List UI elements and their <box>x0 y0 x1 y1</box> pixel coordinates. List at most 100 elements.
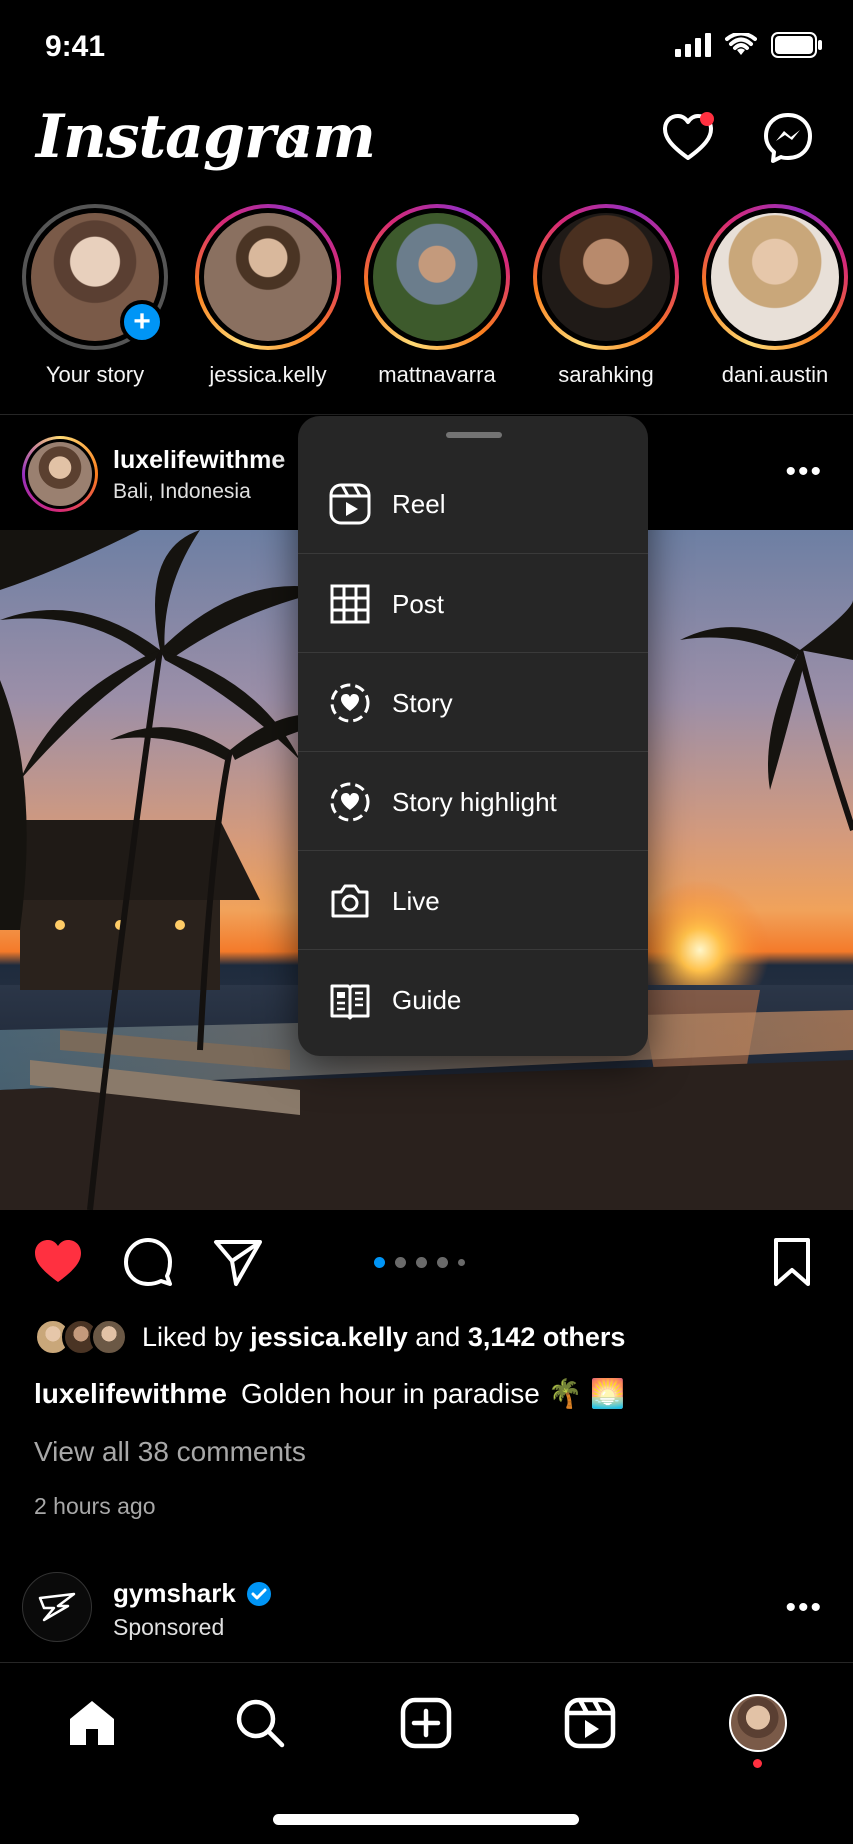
sponsored-username[interactable]: gymshark <box>113 1578 272 1609</box>
carousel-dot <box>458 1259 465 1266</box>
carousel-dot <box>395 1257 406 1268</box>
messenger-icon <box>764 113 812 163</box>
menu-item-reel[interactable]: Reel <box>298 454 648 553</box>
menu-item-label: Live <box>392 886 440 916</box>
avatar <box>373 213 501 341</box>
guide-icon <box>330 984 370 1020</box>
home-indicator[interactable] <box>273 1814 579 1825</box>
carousel-indicator <box>374 1257 465 1268</box>
menu-item-guide[interactable]: Guide <box>298 949 648 1048</box>
nav-create[interactable] <box>396 1693 456 1753</box>
story-name: mattnavarra <box>378 362 496 387</box>
chevron-down-icon[interactable] <box>284 130 310 146</box>
likes-summary[interactable]: Liked by jessica.kelly and 3,142 others <box>34 1316 625 1358</box>
story-highlight-icon <box>330 782 370 822</box>
like-heart-icon[interactable] <box>30 1234 86 1290</box>
menu-item-label: Story <box>392 688 453 718</box>
more-options-icon[interactable]: ••• <box>785 1593 823 1623</box>
nav-search[interactable] <box>230 1693 290 1753</box>
story-dani-austin[interactable]: dani.austin <box>700 204 850 388</box>
avatar <box>711 213 839 341</box>
search-icon <box>236 1699 285 1748</box>
post-username[interactable]: luxelifewithme <box>113 446 285 475</box>
bookmark-icon[interactable] <box>764 1234 820 1290</box>
liked-by-user[interactable]: jessica.kelly <box>250 1322 408 1352</box>
carousel-dot <box>437 1257 448 1268</box>
view-comments-link[interactable]: View all 38 comments <box>34 1436 306 1468</box>
post-avatar[interactable] <box>22 436 98 512</box>
wifi-icon <box>725 33 757 55</box>
signal-icon <box>675 33 711 57</box>
nav-reels[interactable] <box>560 1693 620 1753</box>
nav-profile[interactable] <box>728 1693 788 1753</box>
menu-item-label: Guide <box>392 985 462 1015</box>
story-ring <box>195 204 341 350</box>
gymshark-logo-icon <box>38 1592 76 1622</box>
story-mattnavarra[interactable]: mattnavarra <box>362 204 512 388</box>
avatar <box>204 213 332 341</box>
camera-icon <box>331 884 369 918</box>
home-icon <box>70 1701 114 1745</box>
nav-home[interactable] <box>62 1693 122 1753</box>
story-ring <box>702 204 848 350</box>
story-sarahking[interactable]: sarahking <box>531 204 681 388</box>
post-actions <box>0 1222 853 1296</box>
likes-text: Liked by jessica.kelly and 3,142 others <box>142 1321 626 1352</box>
reel-icon <box>329 483 371 525</box>
likes-count[interactable]: 3,142 others <box>468 1322 626 1352</box>
reels-icon <box>564 1697 616 1749</box>
create-menu-list: Reel Post Story Story highlight Live Gui… <box>298 454 648 1048</box>
caption-username[interactable]: luxelifewithme <box>34 1378 227 1410</box>
menu-item-label: Story highlight <box>392 787 557 817</box>
messenger-button[interactable] <box>760 110 816 166</box>
post-timestamp: 2 hours ago <box>34 1493 156 1519</box>
post-location[interactable]: Bali, Indonesia <box>113 480 251 504</box>
status-time: 9:41 <box>45 30 106 63</box>
add-story-icon[interactable]: + <box>120 300 164 344</box>
menu-item-post[interactable]: Post <box>298 553 648 652</box>
story-icon <box>330 683 370 723</box>
menu-item-live[interactable]: Live <box>298 850 648 949</box>
menu-item-story[interactable]: Story <box>298 652 648 751</box>
comment-icon[interactable] <box>120 1234 176 1290</box>
menu-item-label: Post <box>392 589 445 619</box>
story-ring <box>364 204 510 350</box>
story-your-story[interactable]: + Your story <box>20 204 170 388</box>
profile-notification-dot <box>753 1759 762 1768</box>
caption-text: Golden hour in paradise 🌴 🌅 <box>240 1378 626 1409</box>
avatar <box>542 213 670 341</box>
story-ring <box>533 204 679 350</box>
more-options-icon[interactable]: ••• <box>785 457 823 487</box>
profile-avatar <box>729 1694 787 1752</box>
story-name: jessica.kelly <box>209 362 327 387</box>
story-jessica-kelly[interactable]: jessica.kelly <box>193 204 343 388</box>
status-bar: 9:41 <box>0 0 853 96</box>
menu-item-label: Reel <box>392 489 446 519</box>
post-caption: luxelifewithme Golden hour in paradise 🌴… <box>34 1377 625 1410</box>
create-menu: Reel Post Story Story highlight Live Gui… <box>298 416 648 1056</box>
sponsored-label: Sponsored <box>113 1614 225 1640</box>
sponsored-post-header: gymshark Sponsored ••• <box>0 1568 853 1660</box>
status-icons <box>675 32 823 58</box>
instagram-logo[interactable]: Instagram <box>36 102 376 172</box>
notification-dot <box>700 112 714 126</box>
plus-square-icon <box>400 1697 452 1749</box>
stories-tray: + Your story jessica.kelly mattnavarra s… <box>0 204 853 414</box>
carousel-dot <box>374 1257 385 1268</box>
gymshark-avatar[interactable] <box>22 1572 92 1642</box>
battery-icon <box>771 32 822 58</box>
drag-handle[interactable] <box>446 432 502 438</box>
carousel-dot <box>416 1257 427 1268</box>
story-name: sarahking <box>558 362 654 387</box>
grid-icon <box>330 584 370 624</box>
verified-badge-icon <box>246 1581 271 1606</box>
avatar <box>90 1318 128 1356</box>
liker-avatars <box>34 1318 128 1356</box>
divider <box>0 414 853 415</box>
story-name: dani.austin <box>721 362 829 387</box>
share-icon[interactable] <box>210 1234 266 1290</box>
app-header: Instagram <box>0 96 853 206</box>
story-name: Your story <box>45 362 145 387</box>
notifications-button[interactable] <box>660 110 716 166</box>
menu-item-story-highlight[interactable]: Story highlight <box>298 751 648 850</box>
